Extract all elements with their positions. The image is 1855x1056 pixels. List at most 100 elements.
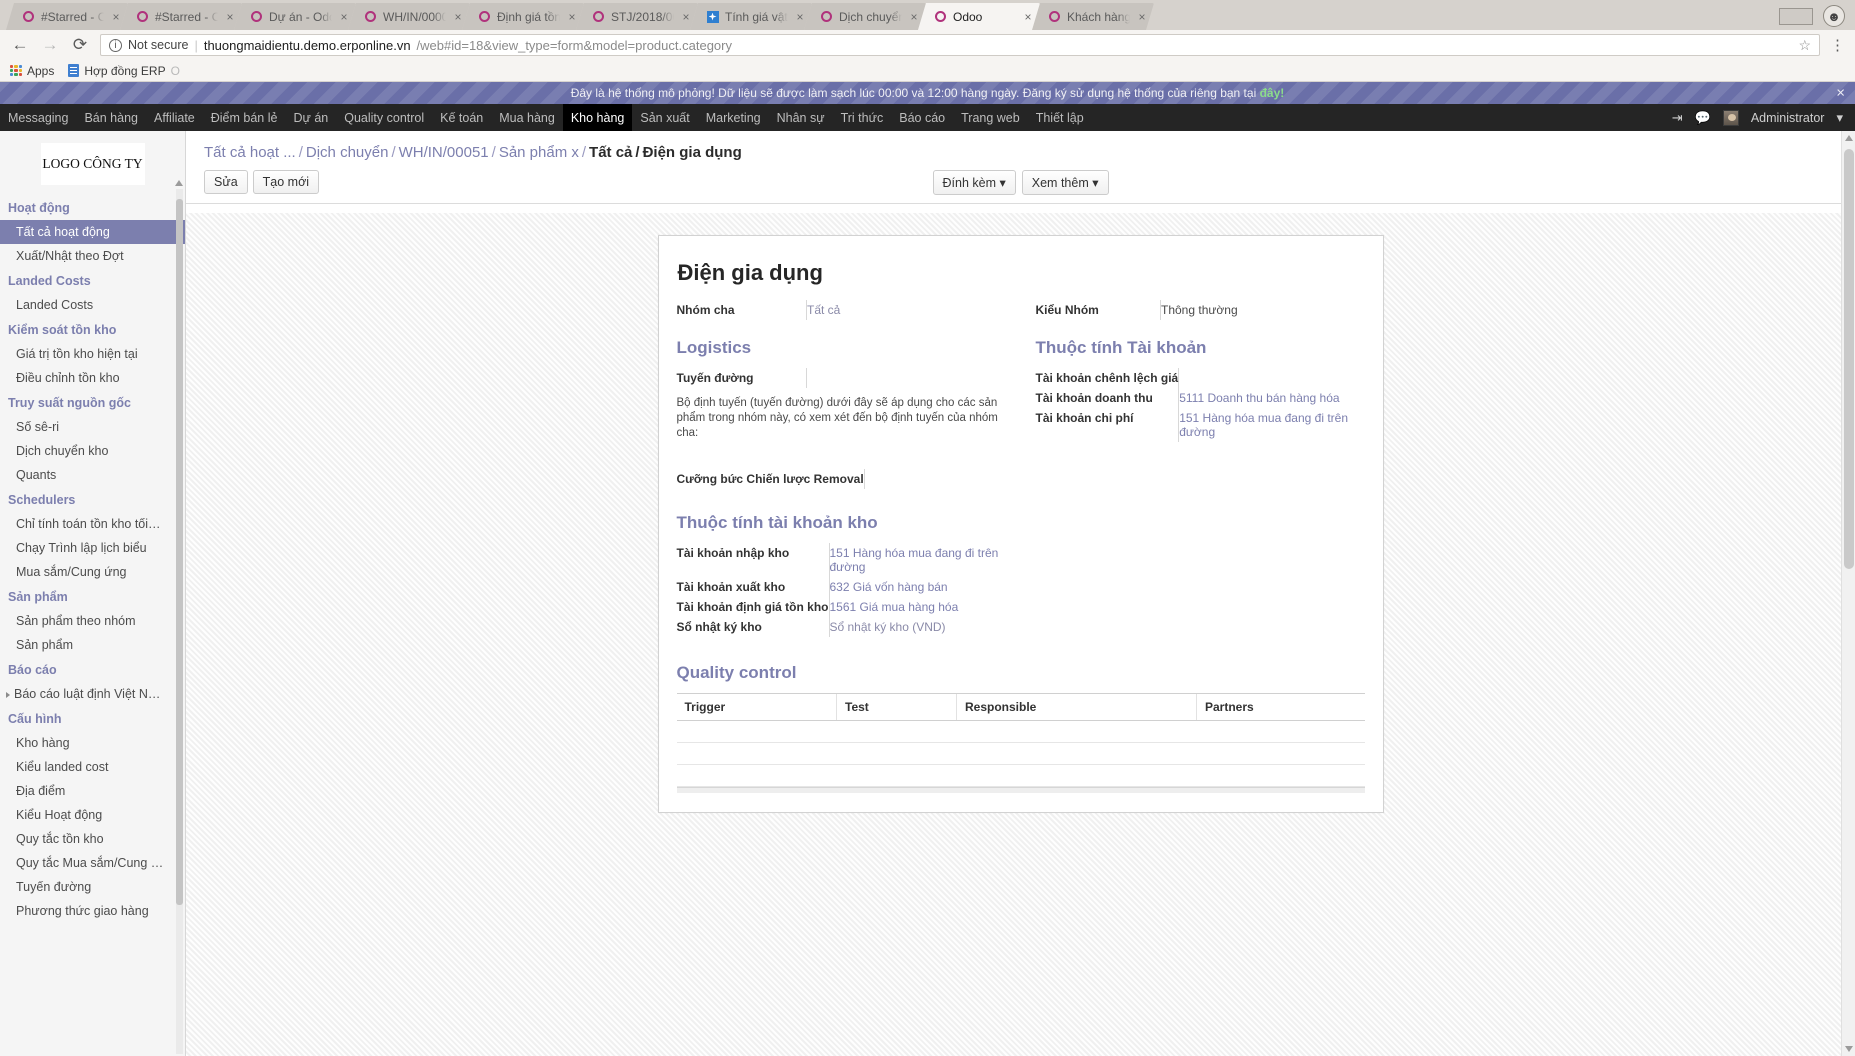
breadcrumb-item-0[interactable]: Tất cả hoạt ... — [204, 144, 296, 161]
nav-item-nhan-su[interactable]: Nhân sự — [769, 104, 833, 131]
browser-tab[interactable]: Dịch chuyển - O × — [804, 3, 926, 30]
nav-item-quality-control[interactable]: Quality control — [336, 104, 432, 131]
scroll-down-icon[interactable] — [1845, 1046, 1853, 1052]
sidebar-item-tat-ca-hoat-dong[interactable]: Tất cả hoạt động — [0, 220, 185, 244]
column-header-trigger[interactable]: Trigger — [676, 693, 837, 721]
scrollbar-thumb[interactable] — [176, 199, 183, 905]
sidebar-item-kieu-landed-cost[interactable]: Kiểu landed cost — [0, 755, 185, 779]
browser-tab[interactable]: Dự án - Odoo × — [234, 3, 356, 30]
field-value[interactable] — [806, 368, 1006, 388]
create-button[interactable]: Tạo mới — [252, 170, 320, 194]
close-icon[interactable]: × — [908, 10, 920, 24]
close-icon[interactable]: × — [566, 10, 578, 24]
nav-item-marketing[interactable]: Marketing — [698, 104, 769, 131]
field-value[interactable] — [863, 469, 1006, 489]
nav-item-thiet-lap[interactable]: Thiết lập — [1028, 104, 1092, 131]
breadcrumb-item-3[interactable]: Sản phẩm x — [499, 144, 579, 161]
sidebar-item-quy-tac-ton-kho[interactable]: Quy tắc tồn kho — [0, 827, 185, 851]
bookmark-item[interactable]: Hợp đồng ERP O — [68, 64, 180, 78]
sidebar-item-tuyen-duong[interactable]: Tuyến đường — [0, 875, 185, 899]
browser-tab[interactable]: Tính giá vật tư × — [690, 3, 812, 30]
sidebar-item-san-pham[interactable]: Sản phẩm — [0, 633, 185, 657]
table-row[interactable] — [676, 720, 1365, 743]
sidebar-item-xuat-nhat-theo-dot[interactable]: Xuất/Nhật theo Đợt — [0, 244, 185, 268]
scroll-up-icon[interactable] — [175, 180, 183, 186]
close-icon[interactable]: × — [1022, 10, 1034, 24]
nav-item-ke-toan[interactable]: Kế toán — [432, 104, 491, 131]
sidebar-item-dieu-chinh-ton-kho[interactable]: Điều chỉnh tồn kho — [0, 366, 185, 390]
column-header-test[interactable]: Test — [836, 693, 957, 721]
sidebar-item-mua-sam-cung-ung[interactable]: Mua sắm/Cung ứng — [0, 560, 185, 584]
field-value[interactable]: 1561 Giá mua hàng hóa — [828, 597, 1021, 617]
close-icon[interactable]: × — [224, 10, 236, 24]
field-value[interactable]: 5111 Doanh thu bán hàng hóa — [1178, 388, 1365, 408]
sidebar-item-so-se-ri[interactable]: Số sê-ri — [0, 415, 185, 439]
browser-tab[interactable]: Định giá tồn kho × — [462, 3, 584, 30]
close-icon[interactable]: × — [1136, 10, 1148, 24]
breadcrumb-item-4[interactable]: Tất cả — [589, 144, 632, 161]
nav-item-messaging[interactable]: Messaging — [0, 104, 76, 131]
banner-link[interactable]: đây! — [1260, 86, 1285, 100]
table-row[interactable] — [676, 764, 1365, 787]
scroll-up-icon[interactable] — [1845, 135, 1853, 141]
sidebar-item-dia-diem[interactable]: Địa điểm — [0, 779, 185, 803]
sidebar-item-bao-cao-luat-dinh[interactable]: Báo cáo luật định Việt N… — [0, 682, 185, 706]
field-value[interactable]: 151 Hàng hóa mua đang đi trên đường — [828, 543, 1021, 577]
browser-menu-icon[interactable]: ⋮ — [1830, 36, 1845, 54]
sidebar-item-san-pham-theo-nhom[interactable]: Sản phẩm theo nhóm — [0, 609, 185, 633]
sidebar-item-phuong-thuc-giao-hang[interactable]: Phương thức giao hàng — [0, 899, 185, 923]
sidebar-item-kho-hang[interactable]: Kho hàng — [0, 731, 185, 755]
window-restore-button[interactable] — [1779, 7, 1813, 25]
nav-item-du-an[interactable]: Dự án — [285, 104, 336, 131]
field-value[interactable]: Tất cả — [806, 300, 1006, 320]
apps-shortcut[interactable]: Apps — [10, 64, 54, 78]
close-icon[interactable]: × — [1836, 86, 1845, 101]
address-bar[interactable]: i Not secure | thuongmaidientu.demo.erpo… — [100, 34, 1820, 56]
browser-tab-active[interactable]: Odoo × — [918, 3, 1040, 30]
breadcrumb-item-2[interactable]: WH/IN/00051 — [399, 144, 489, 161]
profile-avatar-icon[interactable]: ☻ — [1823, 5, 1845, 27]
nav-item-bao-cao[interactable]: Báo cáo — [891, 104, 953, 131]
bookmark-star-icon[interactable]: ☆ — [1798, 37, 1811, 54]
attachment-dropdown-button[interactable]: Đính kèm ▾ — [932, 169, 1016, 195]
field-value[interactable]: Sổ nhật ký kho (VND) — [828, 617, 1021, 637]
sidebar-item-kieu-hoat-dong[interactable]: Kiểu Hoạt động — [0, 803, 185, 827]
nav-item-ban-hang[interactable]: Bán hàng — [76, 104, 146, 131]
back-icon[interactable]: ← — [10, 35, 30, 55]
nav-item-kho-hang[interactable]: Kho hàng — [562, 104, 633, 131]
forward-icon[interactable]: → — [40, 35, 60, 55]
scrollbar-thumb[interactable] — [1844, 149, 1854, 569]
browser-tab[interactable]: #Starred - Odoo × — [120, 3, 242, 30]
nav-item-mua-hang[interactable]: Mua hàng — [491, 104, 563, 131]
sidebar-item-dich-chuyen-kho[interactable]: Dịch chuyển kho — [0, 439, 185, 463]
sidebar-item-chi-tinh-toan-ton-kho[interactable]: Chỉ tính toán tồn kho tối… — [0, 512, 185, 536]
edit-button[interactable]: Sửa — [204, 170, 248, 194]
browser-tab[interactable]: #Starred - Odoo × — [6, 3, 128, 30]
column-header-responsible[interactable]: Responsible — [956, 693, 1197, 721]
info-icon[interactable]: i — [109, 38, 122, 52]
chevron-down-icon[interactable]: ▾ — [1836, 110, 1843, 126]
close-icon[interactable]: × — [794, 10, 806, 24]
browser-tab[interactable]: Khách hàng - Od × — [1032, 3, 1154, 30]
user-menu-label[interactable]: Administrator — [1751, 111, 1825, 125]
field-value[interactable]: Thông thường — [1160, 300, 1365, 320]
field-value[interactable] — [1178, 368, 1365, 388]
nav-item-san-xuat[interactable]: Sản xuất — [632, 104, 697, 131]
browser-tab[interactable]: STJ/2018/0005 - O × — [576, 3, 698, 30]
close-icon[interactable]: × — [110, 10, 122, 24]
sidebar-item-chay-trinh-lap-lich-bieu[interactable]: Chạy Trình lập lịch biểu — [0, 536, 185, 560]
nav-item-trang-web[interactable]: Trang web — [953, 104, 1028, 131]
close-icon[interactable]: × — [452, 10, 464, 24]
reload-icon[interactable]: ⟳ — [70, 35, 90, 55]
field-value[interactable]: 151 Hàng hóa mua đang đi trên đường — [1178, 408, 1365, 442]
sidebar-item-landed-costs[interactable]: Landed Costs — [0, 293, 185, 317]
field-value[interactable]: 632 Giá vốn hàng bán — [828, 577, 1021, 597]
sidebar-item-quants[interactable]: Quants — [0, 463, 185, 487]
logout-icon[interactable]: ⇥ — [1672, 110, 1683, 126]
chat-bubble-icon[interactable]: 💬 — [1695, 110, 1711, 126]
sidebar-item-quy-tac-mua-sam[interactable]: Quy tắc Mua sắm/Cung … — [0, 851, 185, 875]
nav-item-affiliate[interactable]: Affiliate — [146, 104, 203, 131]
nav-item-tri-thuc[interactable]: Tri thức — [833, 104, 892, 131]
breadcrumb-item-1[interactable]: Dịch chuyển — [306, 144, 389, 161]
browser-tab[interactable]: WH/IN/00008 - O × — [348, 3, 470, 30]
